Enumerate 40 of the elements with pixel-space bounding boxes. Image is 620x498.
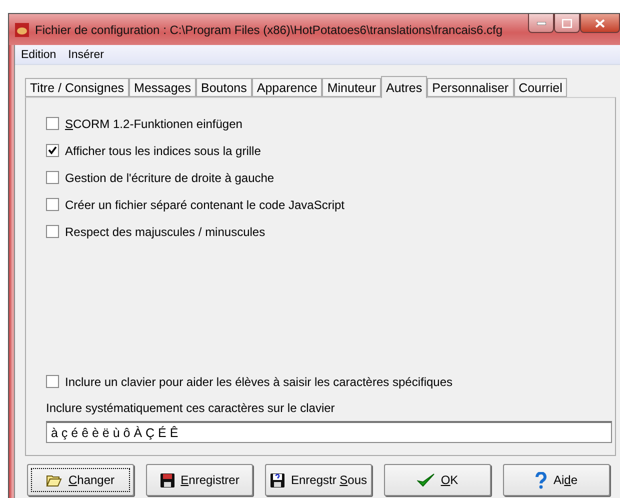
menu-item[interactable]: Insérer [68,48,104,60]
tab[interactable]: Titre / Consignes [25,78,130,97]
checkbox[interactable] [46,144,59,157]
checkbox[interactable] [46,198,59,211]
option-label: Inclure un clavier pour aider les élèves à saisir les caractères spécifiques [65,374,453,388]
minimize-button[interactable] [528,14,554,33]
tab[interactable]: Boutons [196,78,252,97]
question-mark-icon [535,472,548,488]
app-icon [15,22,29,36]
field-label: Inclure systématiquement ces caractères sur le clavier [46,401,336,415]
option-label: Afficher tous les indices sous la grille [65,144,261,158]
option-label: SCORM 1.2-Funktionen einfügen [65,116,242,130]
window-title: Fichier de configuration : C:\Program Files (x86)\HotPotatoes6\translations\francais6.cfg [35,22,503,36]
tab[interactable]: Minuteur [322,78,381,97]
tab[interactable]: Autres [381,76,428,98]
folder-icon [46,474,62,486]
dialog-button[interactable]: Changer [27,464,134,496]
characters-field[interactable]: à ç é ê è ë ù ô À Ç É Ê [46,421,612,443]
checkbox[interactable] [46,117,59,130]
tab[interactable]: Messages [129,78,196,97]
menu-item[interactable]: Edition [21,48,56,60]
option-label: Gestion de l'écriture de droite à gauche [65,170,274,184]
option-label: Respect des majuscules / minuscules [65,224,266,238]
tab[interactable]: Personnaliser [427,78,514,97]
checkmark-icon [416,472,435,488]
minimize-icon [536,22,546,24]
checkbox[interactable] [46,375,59,388]
tab[interactable]: Apparence [252,78,322,97]
close-button[interactable] [580,14,620,33]
checkbox[interactable] [46,171,59,184]
checkbox[interactable] [46,225,59,238]
close-icon [595,18,605,28]
maximize-button[interactable] [554,14,580,33]
tab[interactable]: Courriel [514,78,568,97]
maximize-icon [562,18,572,28]
dialog-button[interactable]: Enregstr Sous [265,464,372,496]
option-label: Créer un fichier séparé contenant le code JavaScript [65,198,344,212]
dialog-button[interactable]: OK [384,464,491,496]
dialog-button[interactable]: Aide [503,464,610,496]
dialog-button[interactable]: Enregistrer [146,464,253,496]
